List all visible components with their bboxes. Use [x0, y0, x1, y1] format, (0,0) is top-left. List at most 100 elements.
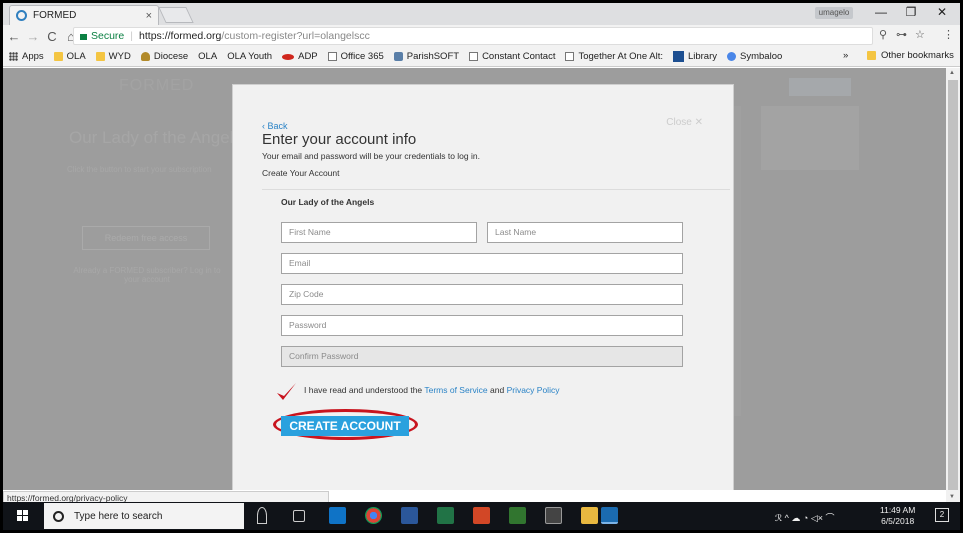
diocese-icon	[140, 52, 150, 61]
privacy-policy-link[interactable]: Privacy Policy	[507, 385, 560, 395]
folder-icon	[867, 51, 876, 60]
bookmark-together[interactable]: Together At One Alt:	[565, 51, 663, 62]
url-path: /custom-register?url=olangelscc	[221, 30, 370, 42]
terms-checkbox-checkmark-icon[interactable]	[275, 381, 297, 403]
last-name-field[interactable]: Last Name	[487, 222, 683, 243]
profile-badge[interactable]: umagelo	[815, 7, 853, 19]
zip-code-field[interactable]: Zip Code	[281, 284, 683, 305]
first-name-field[interactable]: First Name	[281, 222, 477, 243]
modal-description: Your email and password will be your cre…	[262, 151, 480, 161]
star-icon[interactable]: ☆	[915, 28, 925, 41]
key-icon[interactable]: ⊶	[896, 28, 907, 41]
bookmarks-bar: Apps OLA WYD Diocese OLA OLA Youth ADP O…	[3, 47, 960, 67]
active-app-icon[interactable]	[601, 507, 618, 524]
notification-center-icon[interactable]: 2	[935, 508, 949, 522]
bookmark-library[interactable]: Library	[672, 51, 717, 62]
bookmarks-overflow-icon[interactable]: »	[843, 50, 848, 61]
register-modal: Close ✕ ‹ Back Enter your account info Y…	[232, 84, 734, 490]
reload-icon[interactable]: C	[44, 29, 60, 44]
bookmark-symbaloo[interactable]: Symbaloo	[727, 51, 782, 62]
background-subtitle: Click the button to start your subscript…	[67, 165, 212, 174]
parishsoft-icon	[393, 52, 403, 61]
background-divider	[733, 106, 741, 416]
powerpoint-icon[interactable]	[473, 507, 490, 524]
scroll-down-icon[interactable]: ▼	[949, 494, 955, 500]
background-button: Redeem free access	[82, 226, 210, 250]
divider	[262, 189, 730, 190]
terms-of-service-link[interactable]: Terms of Service	[424, 385, 487, 395]
terms-text: I have read and understood the Terms of …	[304, 385, 560, 395]
project-icon[interactable]	[509, 507, 526, 524]
bookmark-wyd-folder[interactable]: WYD	[95, 51, 131, 62]
magnifier-icon[interactable]: ⚲	[879, 28, 887, 41]
background-top-button	[789, 78, 851, 96]
other-bookmarks[interactable]: Other bookmarks	[867, 50, 954, 61]
bookmark-adp[interactable]: ADP	[282, 51, 318, 62]
calculator-icon[interactable]	[545, 507, 562, 524]
tab-close-icon[interactable]: ×	[146, 10, 152, 22]
word-icon[interactable]	[401, 507, 418, 524]
apps-grid-icon	[9, 52, 18, 61]
confirm-password-field[interactable]: Confirm Password	[281, 346, 683, 367]
page-scrollbar[interactable]: ▲ ▼	[946, 68, 960, 502]
bookmark-ola-folder[interactable]: OLA	[53, 51, 86, 62]
bookmark-office365[interactable]: Office 365	[327, 51, 384, 62]
clock-date: 6/5/2018	[881, 516, 915, 526]
modal-close-button[interactable]: Close ✕	[666, 117, 703, 128]
background-panel	[761, 106, 859, 170]
windows-start-icon[interactable]	[17, 510, 29, 522]
tab-formed[interactable]: FORMED ×	[9, 5, 159, 25]
forward-arrow-icon[interactable]: →	[25, 29, 41, 44]
address-bar[interactable]: Secure | https://formed.org /custom-regi…	[73, 27, 873, 45]
maximize-icon[interactable]: ❐	[899, 5, 923, 19]
background-logo: FORMED	[119, 77, 195, 94]
create-account-heading: Create Your Account	[262, 168, 340, 178]
excel-icon[interactable]	[437, 507, 454, 524]
page-icon	[469, 52, 479, 61]
page-icon	[327, 52, 337, 61]
search-placeholder: Type here to search	[74, 510, 163, 522]
microphone-icon[interactable]	[257, 507, 267, 524]
task-view-icon[interactable]	[293, 510, 305, 522]
file-explorer-icon[interactable]	[581, 507, 598, 524]
scroll-up-icon[interactable]: ▲	[949, 70, 955, 76]
bookmark-ola[interactable]: OLA	[198, 51, 217, 62]
modal-title: Enter your account info	[262, 131, 417, 148]
folder-icon	[95, 52, 105, 61]
symbaloo-icon	[727, 52, 737, 61]
clock-time: 11:49 AM	[880, 505, 916, 515]
outlook-icon[interactable]	[329, 507, 346, 524]
folder-icon	[53, 52, 63, 61]
system-tray-icons[interactable]: ℛ ^ ☁ ◔ ◁× ⌒	[775, 511, 835, 524]
chrome-icon[interactable]	[365, 507, 382, 524]
url-domain: https://formed.org	[139, 30, 222, 42]
taskbar-search[interactable]: Type here to search	[44, 503, 244, 529]
bookmark-parishsoft[interactable]: ParishSOFT	[393, 51, 459, 62]
clock[interactable]: 11:49 AM 6/5/2018	[880, 505, 915, 527]
minimize-icon[interactable]: —	[869, 5, 893, 19]
password-field[interactable]: Password	[281, 315, 683, 336]
taskbar: Type here to search ℛ ^ ☁ ◔ ◁× ⌒ 11:49 A…	[3, 502, 960, 530]
separator: |	[130, 30, 134, 42]
formed-favicon-icon	[16, 10, 27, 21]
background-note: Already a FORMED subscriber? Log in to y…	[73, 266, 221, 284]
back-arrow-icon[interactable]: ←	[6, 29, 22, 44]
parish-name: Our Lady of the Angels	[281, 197, 375, 207]
scroll-thumb[interactable]	[948, 80, 958, 490]
close-window-icon[interactable]: ✕	[930, 5, 954, 19]
email-field[interactable]: Email	[281, 253, 683, 274]
tab-title: FORMED	[33, 10, 77, 21]
menu-icon[interactable]: ⋮	[943, 28, 954, 41]
browser-window: FORMED × umagelo — ❐ ✕ ← → C ⌂ Secure | …	[3, 3, 960, 530]
bookmark-apps[interactable]: Apps	[9, 51, 44, 62]
cortana-icon	[53, 510, 64, 522]
page-icon	[565, 52, 575, 61]
back-link[interactable]: ‹ Back	[262, 121, 288, 131]
bookmark-constant-contact[interactable]: Constant Contact	[469, 51, 555, 62]
new-tab-button[interactable]	[158, 7, 194, 23]
page-content: FORMED Our Lady of the Angels Click the …	[3, 68, 946, 490]
create-account-button[interactable]: CREATE ACCOUNT	[281, 416, 409, 436]
bookmark-ola-youth[interactable]: OLA Youth	[227, 51, 272, 62]
bookmark-diocese[interactable]: Diocese	[140, 51, 188, 62]
tab-strip: FORMED × umagelo — ❐ ✕	[3, 3, 960, 25]
